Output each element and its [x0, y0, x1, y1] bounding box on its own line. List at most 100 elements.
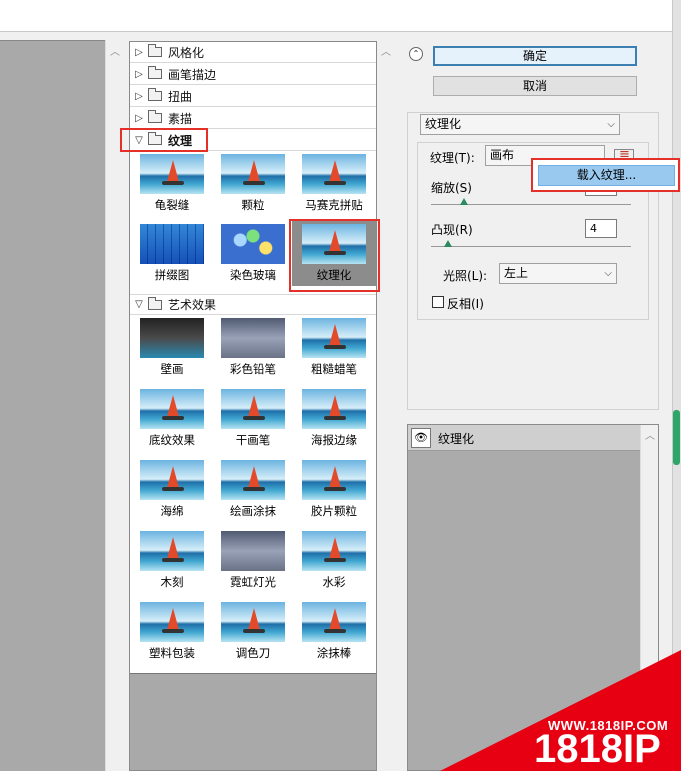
filter-mosaic-tiles[interactable]: 马赛克拼贴 [298, 154, 370, 212]
filter-thumbnail [302, 389, 366, 429]
filter-thumbnail [221, 389, 285, 429]
gallery-scrollbar[interactable]: ︿ [377, 41, 395, 771]
scale-slider-thumb[interactable] [460, 198, 468, 205]
effect-layer[interactable]: 👁 纹理化 [408, 425, 640, 451]
filter-label: 水彩 [322, 575, 346, 589]
relief-slider-thumb[interactable] [444, 240, 452, 247]
light-select[interactable]: 左上 ⌵ [499, 263, 617, 284]
filter-patchwork[interactable]: 拼缀图 [136, 224, 208, 282]
filter-poster-edges[interactable]: 海报边缘 [298, 389, 370, 447]
filter-neon-glow[interactable]: 霓虹灯光 [217, 531, 289, 589]
filter-thumbnail [302, 602, 366, 642]
filter-label: 彩色铅笔 [230, 362, 276, 376]
scroll-up-icon[interactable]: ︿ [110, 43, 120, 58]
chevron-down-icon: ⌵ [604, 268, 612, 279]
filter-label: 底纹效果 [149, 433, 195, 447]
filter-cutout[interactable]: 木刻 [136, 531, 208, 589]
filter-craquelure[interactable]: 龟裂缝 [136, 154, 208, 212]
filter-palette-knife[interactable]: 调色刀 [217, 602, 289, 660]
folder-open-icon [148, 132, 162, 145]
filter-thumbnail [221, 224, 285, 264]
load-texture-item[interactable]: 载入纹理... [538, 165, 675, 186]
filter-fresco[interactable]: 壁画 [136, 318, 208, 376]
filter-label: 塑料包装 [149, 646, 195, 660]
preview-canvas[interactable] [0, 40, 105, 771]
filter-texturizer[interactable]: 纹理化 [292, 220, 376, 286]
chevron-right-icon[interactable]: ▷ [130, 113, 148, 124]
filter-dry-brush[interactable]: 干画笔 [217, 389, 289, 447]
relief-input[interactable]: 4 [585, 219, 617, 238]
filter-label: 海报边缘 [311, 433, 357, 447]
eye-icon[interactable]: 👁 [411, 428, 431, 448]
filter-thumbnail [221, 318, 285, 358]
category-artistic[interactable]: ▽ 艺术效果 [130, 294, 376, 315]
filter-label: 拼缀图 [154, 268, 190, 282]
ok-button[interactable]: 确定 [433, 46, 637, 66]
filter-thumbnail [302, 154, 366, 194]
category-distort[interactable]: ▷ 扭曲 [130, 86, 376, 107]
relief-slider-track[interactable] [431, 246, 631, 247]
collapse-gallery-icon[interactable]: ⌃ [409, 47, 423, 61]
texture-select-value: 画布 [490, 148, 515, 162]
cancel-button[interactable]: 取消 [433, 76, 637, 96]
category-label: 扭曲 [168, 89, 193, 104]
side-scroll-thumb[interactable] [673, 410, 680, 465]
filter-thumbnail [221, 602, 285, 642]
filter-paint-daubs[interactable]: 绘画涂抹 [217, 460, 289, 518]
preview-scrollbar[interactable]: ︿ [105, 40, 123, 771]
light-select-value: 左上 [504, 266, 529, 280]
invert-checkbox[interactable] [432, 296, 444, 308]
filter-plastic-wrap[interactable]: 塑料包装 [136, 602, 208, 660]
filter-label: 染色玻璃 [230, 268, 276, 282]
category-texture[interactable]: ▽ 纹理 [130, 130, 376, 151]
filter-thumbnail [221, 531, 285, 571]
chevron-right-icon[interactable]: ▷ [130, 47, 148, 58]
filter-sponge[interactable]: 海绵 [136, 460, 208, 518]
filter-thumbnail [140, 531, 204, 571]
relief-label: 凸现(R) [431, 223, 473, 237]
texture-menu: 载入纹理... [531, 158, 680, 192]
invert-label: 反相(I) [447, 297, 484, 311]
category-stylize[interactable]: ▷ 风格化 [130, 42, 376, 63]
filter-thumbnail [140, 460, 204, 500]
filter-label: 绘画涂抹 [230, 504, 276, 518]
filter-watercolor[interactable]: 水彩 [298, 531, 370, 589]
filter-thumbnail [302, 318, 366, 358]
filter-thumbnail [302, 224, 366, 264]
gallery-empty-area [130, 673, 376, 770]
chevron-right-icon[interactable]: ▷ [130, 69, 148, 80]
filter-label: 木刻 [160, 575, 184, 589]
filter-rough-pastels[interactable]: 粗糙蜡笔 [298, 318, 370, 376]
filter-label: 海绵 [160, 504, 184, 518]
filter-smudge-stick[interactable]: 涂抹棒 [298, 602, 370, 660]
folder-icon [148, 88, 162, 101]
filter-colored-pencil[interactable]: 彩色铅笔 [217, 318, 289, 376]
category-label: 画笔描边 [168, 67, 217, 82]
filter-grain[interactable]: 颗粒 [217, 154, 289, 212]
category-sketch[interactable]: ▷ 素描 [130, 108, 376, 129]
chevron-right-icon[interactable]: ▷ [130, 91, 148, 102]
category-label: 纹理 [168, 133, 193, 148]
filter-stained-glass[interactable]: 染色玻璃 [217, 224, 289, 282]
chevron-down-icon[interactable]: ▽ [130, 135, 148, 146]
watermark-brand: 1818IP [534, 727, 661, 771]
filter-film-grain[interactable]: 胶片颗粒 [298, 460, 370, 518]
category-brush-strokes[interactable]: ▷ 画笔描边 [130, 64, 376, 85]
filter-label: 龟裂缝 [154, 198, 190, 212]
scroll-up-icon[interactable]: ︿ [381, 43, 391, 58]
filter-select[interactable]: 纹理化 ⌵ [420, 114, 620, 135]
filter-underpainting[interactable]: 底纹效果 [136, 389, 208, 447]
chevron-down-icon: ⌵ [607, 119, 615, 130]
category-label: 艺术效果 [168, 298, 217, 312]
filter-label: 颗粒 [241, 198, 265, 212]
chevron-down-icon[interactable]: ▽ [130, 299, 148, 310]
filter-label: 马赛克拼贴 [305, 198, 363, 212]
scroll-up-icon[interactable]: ︿ [645, 427, 655, 442]
filter-thumbnail [140, 602, 204, 642]
folder-icon [148, 66, 162, 79]
filter-label: 胶片颗粒 [311, 504, 357, 518]
filter-label: 调色刀 [235, 646, 271, 660]
effect-layer-label: 纹理化 [438, 432, 475, 446]
filter-thumbnail [140, 154, 204, 194]
category-label: 风格化 [168, 45, 205, 60]
